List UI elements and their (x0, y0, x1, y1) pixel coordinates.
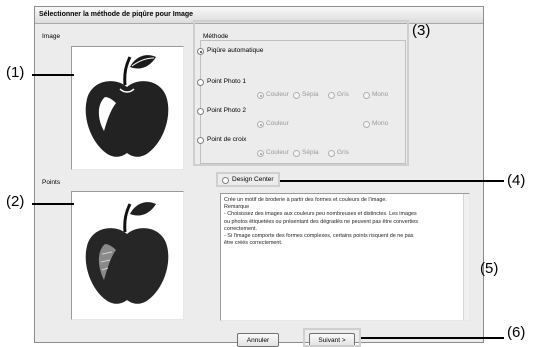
callout-6: (6) (507, 324, 526, 341)
points-label: Points (42, 179, 61, 186)
image-preview (71, 46, 184, 170)
description-line: - Si l'image comporte des formes complex… (224, 233, 414, 240)
callout-4: (4) (507, 172, 526, 189)
apple-image (85, 55, 169, 157)
description-line: - Choisissez des images aux couleurs peu… (224, 211, 417, 218)
image-label: Image (42, 33, 61, 40)
description-line: ou photos étiquetées ou présentant des d… (224, 218, 418, 225)
callout-2-leader (32, 203, 74, 205)
apple-points-image (85, 202, 169, 304)
callout-box-design-center (216, 172, 280, 187)
callout-2: (2) (6, 193, 25, 210)
description-line: correctement. (224, 225, 257, 232)
points-preview (71, 191, 184, 320)
callout-6-leader (361, 337, 504, 339)
callout-3: (3) (412, 22, 431, 39)
description-box: Crée un motif de broderie à partir des f… (220, 193, 470, 321)
callout-1: (1) (6, 64, 25, 81)
callout-box-next (303, 328, 361, 347)
description-line: Crée un motif de broderie à partir des f… (224, 197, 387, 203)
description-scrollbar[interactable] (463, 194, 469, 320)
description-text: Crée un motif de broderie à partir des f… (224, 197, 460, 247)
callout-1-leader (32, 74, 74, 76)
callout-4-leader (280, 180, 504, 182)
description-line: Remarque (224, 204, 250, 211)
cancel-button[interactable]: Annuler (237, 333, 279, 347)
description-line: être créés correctement. (224, 240, 283, 247)
callout-5: (5) (480, 260, 499, 277)
callout-box-method (193, 20, 409, 166)
